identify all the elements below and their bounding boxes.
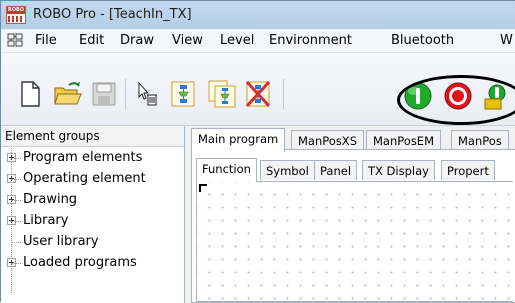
tree-item-label: Operating element <box>23 171 146 186</box>
tree-branch <box>11 200 21 202</box>
tab-main-program[interactable]: Main program <box>191 128 286 152</box>
tree-item-loaded-programs[interactable]: Loaded programs <box>1 253 184 274</box>
tab-content: Function Symbol Panel TX Display Propert <box>191 149 515 303</box>
window-title: ROBO Pro - [TeachIn_TX] <box>33 7 192 22</box>
tree-branch <box>11 242 21 244</box>
menu-bar: File Edit Draw View Level Environment Bl… <box>1 30 515 53</box>
subtab-symbol[interactable]: Symbol <box>260 160 315 180</box>
app-icon-stripes <box>8 16 24 22</box>
menu-edit[interactable]: Edit <box>79 33 104 48</box>
menu-draw[interactable]: Draw <box>120 33 154 48</box>
tree-item-user-library[interactable]: User library <box>1 232 184 253</box>
canvas-origin-mark <box>199 184 207 192</box>
tree-item-label: Drawing <box>23 192 78 207</box>
tree-item-operating-elements[interactable]: Operating element <box>1 169 184 190</box>
tree-item-label: Program elements <box>23 150 143 165</box>
save-disk-icon[interactable] <box>89 79 119 109</box>
panel-header: Element groups <box>1 126 184 147</box>
tree-branch <box>11 179 21 181</box>
tree-branch <box>11 263 21 265</box>
tree-branch <box>11 158 21 160</box>
tree-item-library[interactable]: Library <box>1 211 184 232</box>
app-icon-text: ROBO <box>7 7 25 14</box>
subtab-properties[interactable]: Propert <box>441 160 495 180</box>
tree-item-drawing[interactable]: Drawing <box>1 190 184 211</box>
tab-manposem[interactable]: ManPosEM <box>366 130 441 150</box>
subtab-function[interactable]: Function <box>196 158 257 182</box>
menu-environment[interactable]: Environment <box>269 33 352 48</box>
cursor-delete-icon[interactable] <box>133 79 163 109</box>
tree-item-label: Library <box>23 213 69 228</box>
menu-view[interactable]: View <box>172 33 203 48</box>
tree-branch <box>11 221 21 223</box>
new-subprogram-icon[interactable] <box>169 79 199 109</box>
title-bar[interactable]: ROBO ROBO Pro - [TeachIn_TX] <box>1 1 515 29</box>
system-menu-icon[interactable] <box>7 33 23 48</box>
program-canvas[interactable] <box>196 181 513 302</box>
tree-item-label: User library <box>23 234 99 249</box>
menu-file[interactable]: File <box>35 33 57 48</box>
menu-bluetooth[interactable]: Bluetooth <box>391 33 454 48</box>
program-editor: Main program ManPosXS ManPosEM ManPos Fu… <box>185 126 515 303</box>
tree-item-label: Loaded programs <box>23 255 137 270</box>
copy-subprogram-icon[interactable] <box>207 79 237 109</box>
new-file-icon[interactable] <box>15 79 45 109</box>
subtab-tx-display[interactable]: TX Display <box>362 160 435 180</box>
robo-app-icon[interactable]: ROBO <box>6 6 26 24</box>
tab-manpos[interactable]: ManPos <box>451 130 509 150</box>
tab-manposxs[interactable]: ManPosXS <box>291 130 364 150</box>
subtab-panel[interactable]: Panel <box>314 160 358 180</box>
toolbar-separator <box>125 79 126 109</box>
panel-header-title: Element groups <box>5 129 100 143</box>
open-folder-icon[interactable] <box>53 79 83 109</box>
delete-subprogram-icon[interactable] <box>243 79 273 109</box>
app-window: ROBO ROBO Pro - [TeachIn_TX] File Edit D… <box>0 0 515 303</box>
tree-item-program-elements[interactable]: Program elements <box>1 148 184 169</box>
element-groups-panel: Element groups Program elements Operatin… <box>1 126 185 303</box>
highlight-oval-annotation <box>397 75 515 125</box>
menu-window[interactable]: W <box>500 33 513 48</box>
toolbar-separator <box>283 79 284 109</box>
menu-level[interactable]: Level <box>220 33 254 48</box>
element-tree: Program elements Operating element Drawi… <box>1 148 184 274</box>
